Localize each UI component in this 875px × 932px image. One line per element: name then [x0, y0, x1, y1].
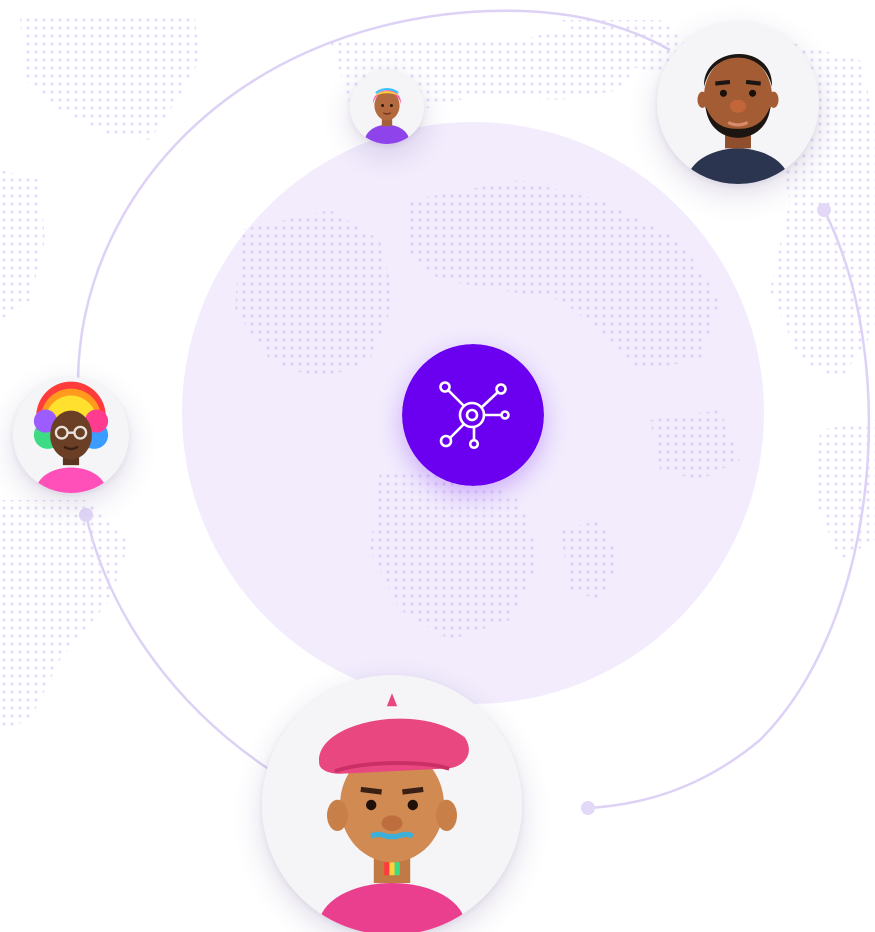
network-hub-icon — [402, 344, 544, 486]
avatar-man-pink-beret — [262, 675, 522, 932]
person-avatar-icon — [13, 377, 129, 493]
avatar-man-beard — [657, 22, 819, 184]
person-avatar-icon — [350, 70, 424, 144]
person-avatar-icon — [262, 675, 522, 932]
orbit-node-dot — [817, 203, 831, 217]
avatar-rainbow-afro-glasses — [13, 377, 129, 493]
network-illustration — [0, 0, 875, 932]
avatar-woman-rainbow-hair-small — [350, 70, 424, 144]
person-avatar-icon — [657, 22, 819, 184]
orbit-node-dot — [79, 508, 93, 522]
orbit-node-dot — [581, 801, 595, 815]
